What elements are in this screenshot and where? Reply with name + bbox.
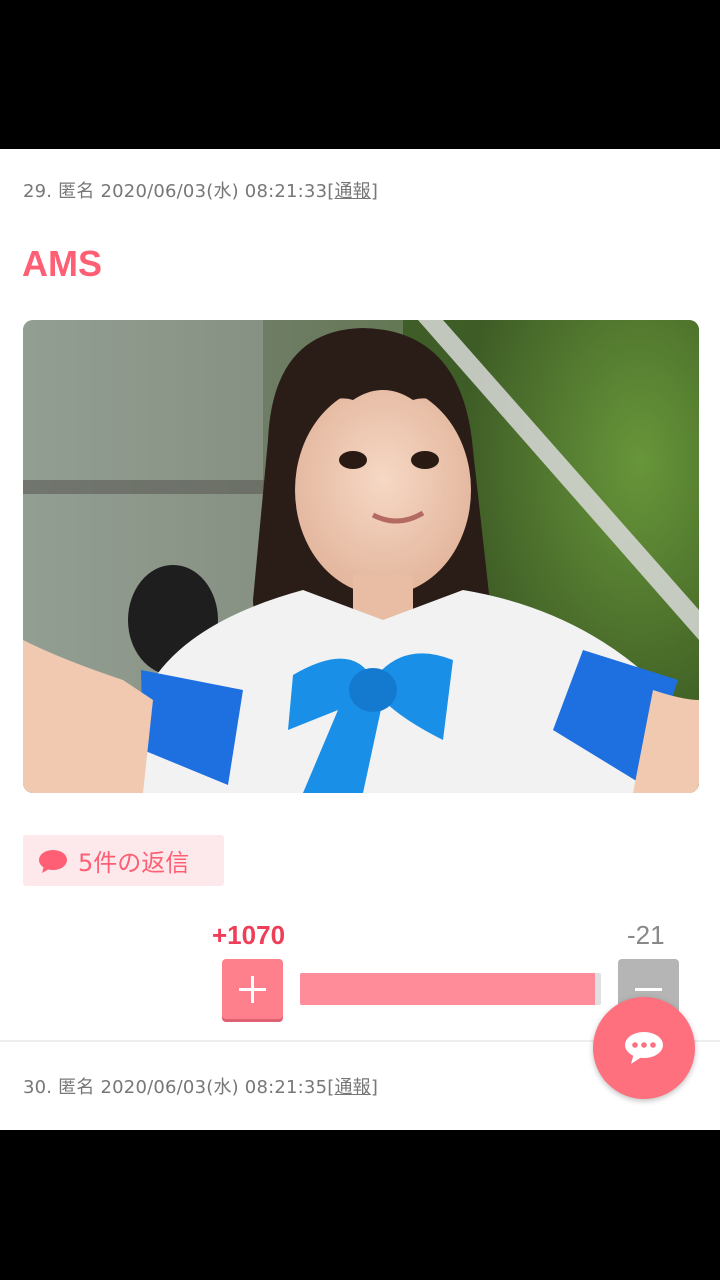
replies-label: 5件の返信 [78, 849, 190, 877]
speech-bubble-icon [39, 849, 67, 873]
post-meta: 30. 匿名 2020/06/03(水) 08:21:35[通報] [23, 1073, 378, 1099]
comment-panel: 29. 匿名 2020/06/03(水) 08:21:33[通報] AMS 5件… [0, 149, 720, 1130]
vote-ratio-fill [300, 973, 595, 1005]
replies-button[interactable]: 5件の返信 [23, 835, 224, 886]
chat-bubble-icon [625, 1032, 663, 1064]
minus-vote-count: -21 [627, 920, 665, 950]
plus-vote-count: +1070 [212, 920, 286, 950]
vote-ratio-bar [300, 973, 601, 1005]
report-link[interactable]: 通報 [334, 181, 370, 202]
report-bracket-close: ] [370, 181, 379, 202]
post-meta: 29. 匿名 2020/06/03(水) 08:21:33[通報] [23, 177, 378, 203]
photo-illustration [23, 320, 699, 793]
post-title: AMS [22, 243, 102, 284]
post-image[interactable] [23, 320, 699, 793]
report-bracket-close: ] [370, 1077, 379, 1098]
post-datetime: 2020/06/03(水) 08:21:33 [100, 181, 328, 202]
plus-icon [239, 976, 266, 1003]
screen: { "post29": { "number": "29.", "author":… [0, 0, 720, 1280]
post-number: 30. [23, 1077, 53, 1098]
post-datetime: 2020/06/03(水) 08:21:35 [100, 1077, 328, 1098]
post-number: 29. [23, 181, 53, 202]
post-author: 匿名 [58, 1077, 95, 1098]
post-author: 匿名 [58, 181, 95, 202]
report-link[interactable]: 通報 [334, 1077, 370, 1098]
comment-fab-button[interactable] [593, 997, 695, 1099]
plus-vote-button[interactable] [222, 959, 283, 1019]
